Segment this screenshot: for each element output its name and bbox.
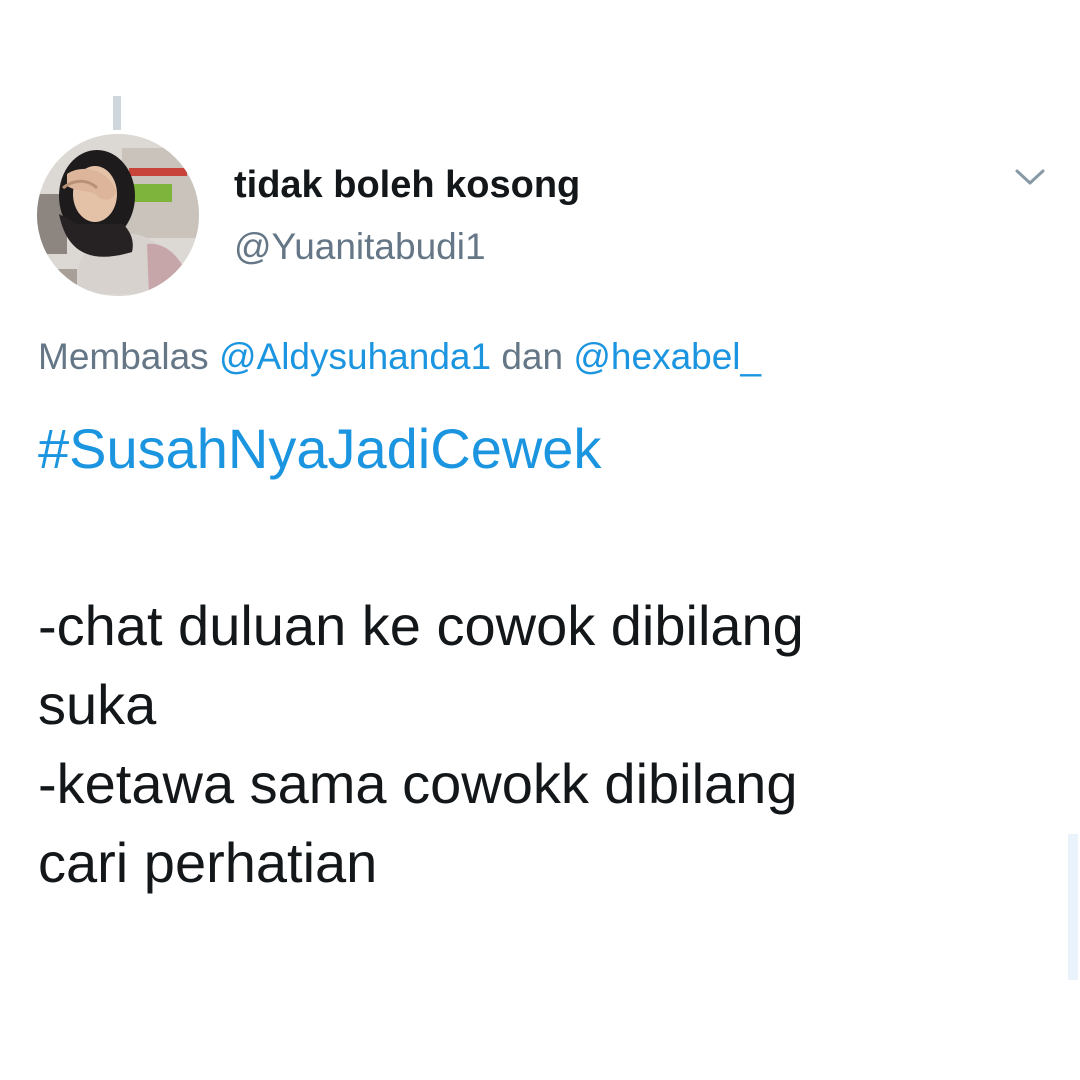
avatar[interactable]: [37, 134, 199, 296]
reply-joiner: dan: [501, 336, 564, 377]
tweet-text-line: cari perhatian: [38, 831, 378, 894]
chevron-down-icon: [1015, 169, 1045, 185]
avatar-photo: [37, 134, 199, 296]
tweet-menu-button[interactable]: [1010, 160, 1050, 194]
tweet-text-line: -chat duluan ke cowok dibilang: [38, 594, 804, 657]
display-name[interactable]: tidak boleh kosong: [234, 164, 580, 207]
tweet-text-line: suka: [38, 673, 157, 736]
thread-connector-line: [113, 96, 121, 130]
reply-mention-1[interactable]: @Aldysuhanda1: [219, 336, 491, 377]
reply-mention-2[interactable]: @hexabel_: [573, 336, 761, 377]
user-handle[interactable]: @Yuanitabudi1: [234, 226, 486, 268]
reply-prefix: Membalas: [38, 336, 209, 377]
reply-context: Membalas @Aldysuhanda1 dan @hexabel_: [38, 336, 761, 378]
hashtag-link[interactable]: #SusahNyaJadiCewek: [38, 416, 601, 481]
tweet-text-line: -ketawa sama cowokk dibilang: [38, 752, 798, 815]
edge-highlight: [1068, 834, 1078, 980]
tweet-text: -chat duluan ke cowok dibilang suka -ket…: [38, 586, 1018, 902]
